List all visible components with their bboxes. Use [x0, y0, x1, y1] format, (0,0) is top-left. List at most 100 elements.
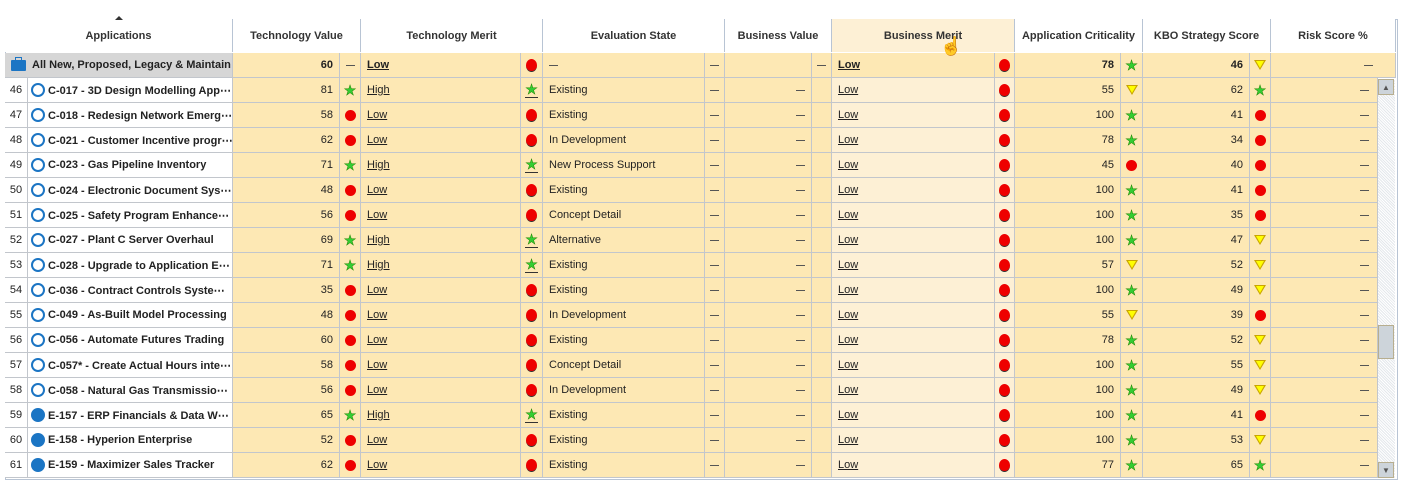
application-name[interactable]: C-025 - Safety Program Enhance⋯ — [28, 203, 233, 228]
business-merit[interactable]: Low — [832, 278, 995, 303]
business-merit-indicator — [995, 328, 1015, 353]
column-header-technology-value[interactable]: Technology Value — [233, 19, 361, 52]
tech-value-indicator — [340, 428, 361, 453]
column-header-technology-merit[interactable]: Technology Merit — [361, 19, 543, 52]
table-row[interactable]: 53 C-028 - Upgrade to Application E⋯ 71 ★ Hi… — [5, 253, 1378, 278]
business-merit[interactable]: Low — [832, 328, 995, 353]
business-merit-text: Low — [838, 459, 859, 471]
tech-merit[interactable]: Low — [361, 303, 521, 328]
dash-icon — [1360, 164, 1369, 166]
tech-merit[interactable]: Low — [361, 353, 521, 378]
business-merit[interactable]: Low — [832, 403, 995, 428]
row-number: 61 — [5, 453, 28, 478]
application-name[interactable]: C-018 - Redesign Network Emerg⋯ — [28, 103, 233, 128]
business-merit[interactable]: Low — [832, 378, 995, 403]
column-header-application-criticality[interactable]: Application Criticality — [1015, 19, 1143, 52]
business-merit[interactable]: Low — [832, 253, 995, 278]
business-merit[interactable]: Low — [832, 428, 995, 453]
table-row[interactable]: 48 C-021 - Customer Incentive progr⋯ 62 Low… — [5, 128, 1378, 153]
business-merit[interactable]: Low — [832, 353, 995, 378]
tech-merit[interactable]: Low — [361, 428, 521, 453]
criticality-text: 100 — [1095, 109, 1114, 121]
table-row[interactable]: 52 C-027 - Plant C Server Overhaul 69 ★ High… — [5, 228, 1378, 253]
tech-merit[interactable]: High — [361, 153, 521, 178]
criticality-indicator — [1121, 78, 1143, 103]
business-merit[interactable]: Low — [832, 203, 995, 228]
criticality-text: 100 — [1095, 184, 1114, 196]
tech-merit[interactable]: High — [361, 78, 521, 103]
scroll-up-button[interactable]: ▲ — [1378, 79, 1394, 95]
column-header-business-value[interactable]: Business Value — [725, 19, 832, 52]
application-name[interactable]: E-157 - ERP Financials & Data W⋯ — [28, 403, 233, 428]
table-row[interactable]: 55 C-049 - As-Built Model Processing 48 Low… — [5, 303, 1378, 328]
table-row[interactable]: 51 C-025 - Safety Program Enhance⋯ 56 Low Co… — [5, 203, 1378, 228]
business-merit[interactable]: Low — [832, 78, 995, 103]
table-row[interactable]: 59 E-157 - ERP Financials & Data W⋯ 65 ★ Hig… — [5, 403, 1378, 428]
tech-merit[interactable]: Low — [361, 278, 521, 303]
application-name[interactable]: C-027 - Plant C Server Overhaul — [28, 228, 233, 253]
vertical-scrollbar[interactable]: ▲ ▼ — [1378, 79, 1395, 478]
application-name[interactable]: C-021 - Customer Incentive progr⋯ — [28, 128, 233, 153]
eval-indicator — [705, 328, 725, 353]
business-merit[interactable]: Low — [832, 453, 995, 478]
tech-merit[interactable]: Low — [361, 128, 521, 153]
business-merit[interactable]: Low — [832, 153, 995, 178]
application-name[interactable]: C-023 - Gas Pipeline Inventory — [28, 153, 233, 178]
application-name[interactable]: C-024 - Electronic Document Sys⋯ — [28, 178, 233, 203]
tech-merit[interactable]: Low — [361, 203, 521, 228]
tech-merit[interactable]: Low — [361, 178, 521, 203]
table-row[interactable]: 49 C-023 - Gas Pipeline Inventory 71 ★ High ★… — [5, 153, 1378, 178]
table-row[interactable]: 47 C-018 - Redesign Network Emerg⋯ 58 Low Ex… — [5, 103, 1378, 128]
tech-merit[interactable]: Low — [361, 378, 521, 403]
application-name[interactable]: C-028 - Upgrade to Application E⋯ — [28, 253, 233, 278]
tech-merit[interactable]: Low — [361, 53, 521, 78]
table-row[interactable]: 60 E-158 - Hyperion Enterprise 52 Low Existi… — [5, 428, 1378, 453]
business-merit[interactable]: Low — [832, 303, 995, 328]
business-merit[interactable]: Low — [832, 228, 995, 253]
scrollbar-thumb[interactable] — [1378, 325, 1394, 359]
tech-merit[interactable]: High — [361, 253, 521, 278]
application-name[interactable]: E-158 - Hyperion Enterprise — [28, 428, 233, 453]
column-header-evaluation-state[interactable]: Evaluation State — [543, 19, 725, 52]
business-merit[interactable]: Low — [832, 178, 995, 203]
table-row[interactable]: 46 C-017 - 3D Design Modelling App⋯ 81 ★ Hig… — [5, 78, 1378, 103]
column-header-risk-score[interactable]: Risk Score % — [1271, 19, 1396, 52]
red-dot-icon — [344, 109, 356, 121]
application-name[interactable]: C-056 - Automate Futures Trading — [28, 328, 233, 353]
row-number-text: 46 — [9, 84, 23, 96]
table-row[interactable]: 57 C-057* - Create Actual Hours inte⋯ 58 Lo… — [5, 353, 1378, 378]
business-merit[interactable]: Low — [832, 53, 995, 78]
table-row[interactable]: 56 C-056 - Automate Futures Trading 60 Low E… — [5, 328, 1378, 353]
application-name[interactable]: C-017 - 3D Design Modelling App⋯ — [28, 78, 233, 103]
application-name[interactable]: C-049 - As-Built Model Processing — [28, 303, 233, 328]
evaluation-state-text: Concept Detail — [549, 209, 622, 221]
business-merit[interactable]: Low — [832, 103, 995, 128]
table-row[interactable]: 54 C-036 - Contract Controls Syste⋯ 35 Low E… — [5, 278, 1378, 303]
application-name[interactable]: C-057* - Create Actual Hours inte⋯ — [28, 353, 233, 378]
summary-name[interactable]: All New, Proposed, Legacy & Maintain — [5, 53, 233, 78]
application-name[interactable]: C-058 - Natural Gas Transmissio⋯ — [28, 378, 233, 403]
table-row[interactable]: 50 C-024 - Electronic Document Sys⋯ 48 Low E… — [5, 178, 1378, 203]
criticality-indicator — [1121, 153, 1143, 178]
business-merit-text: Low — [838, 334, 859, 346]
kbo-indicator — [1250, 253, 1271, 278]
dash-icon — [710, 389, 719, 391]
tech-merit[interactable]: Low — [361, 328, 521, 353]
application-name[interactable]: E-159 - Maximizer Sales Tracker — [28, 453, 233, 478]
summary-row[interactable]: All New, Proposed, Legacy & Maintain 60 Lo… — [5, 53, 1396, 78]
application-name[interactable]: C-036 - Contract Controls Syste⋯ — [28, 278, 233, 303]
column-header-applications[interactable]: Applications — [5, 19, 233, 52]
tech-value-text: 62 — [320, 459, 333, 471]
red-dot-icon — [526, 433, 537, 447]
column-header-business-merit[interactable]: Business Merit — [832, 19, 1015, 52]
hollow-circle-icon — [31, 108, 45, 122]
tech-merit[interactable]: Low — [361, 453, 521, 478]
column-header-kbo-strategy-score[interactable]: KBO Strategy Score — [1143, 19, 1271, 52]
table-row[interactable]: 58 C-058 - Natural Gas Transmissio⋯ 56 Low I… — [5, 378, 1378, 403]
tech-merit[interactable]: High — [361, 403, 521, 428]
tech-merit[interactable]: Low — [361, 103, 521, 128]
scroll-down-button[interactable]: ▼ — [1378, 462, 1394, 478]
tech-merit[interactable]: High — [361, 228, 521, 253]
business-merit[interactable]: Low — [832, 128, 995, 153]
table-row[interactable]: 61 E-159 - Maximizer Sales Tracker 62 Low Ex… — [5, 453, 1378, 478]
